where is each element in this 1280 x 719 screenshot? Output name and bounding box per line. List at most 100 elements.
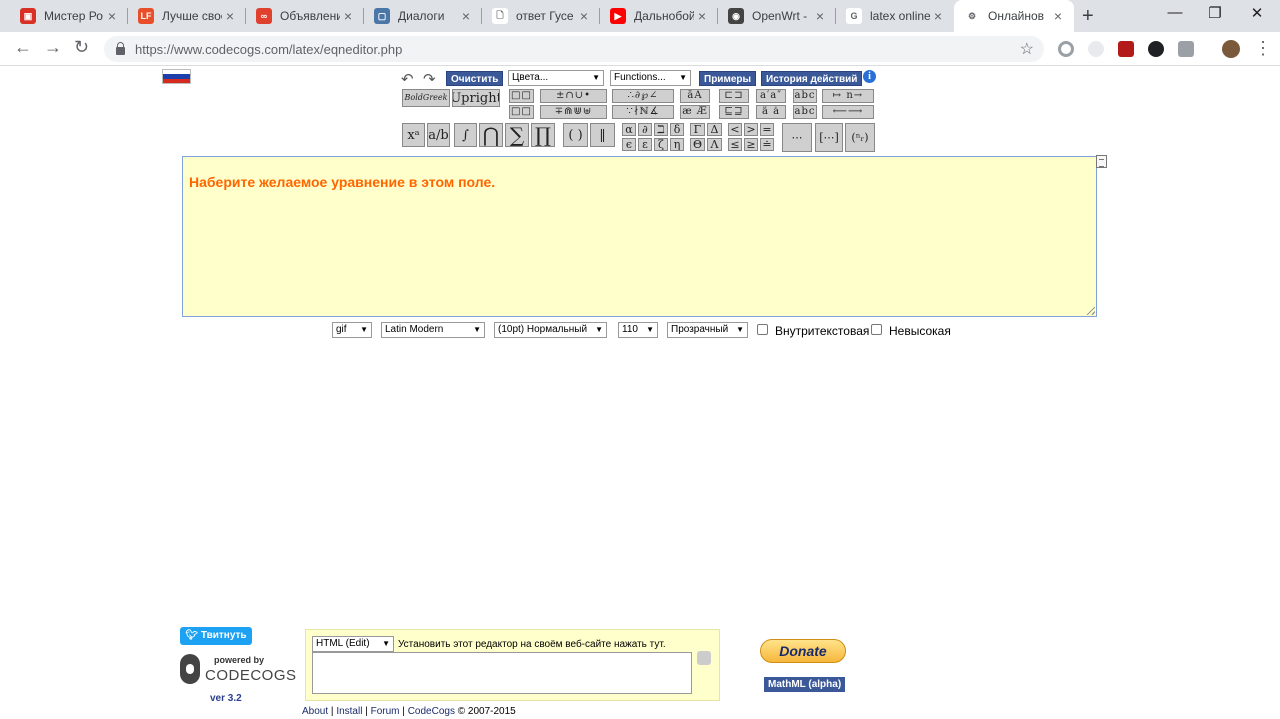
language-flag-ru[interactable] <box>162 69 191 84</box>
redo-icon[interactable]: ↷ <box>423 70 436 88</box>
symbol-button[interactable]: α <box>622 123 636 136</box>
symbol-group-button[interactable]: ↦ n→ <box>822 89 874 103</box>
dpi-select[interactable]: 110 ▼ <box>618 322 658 338</box>
tab-close-icon[interactable]: × <box>812 8 828 24</box>
browser-tab[interactable]: Glatex online × <box>836 0 954 32</box>
browser-tab[interactable]: ⚙ Онлайнов × <box>954 0 1074 32</box>
document-icon[interactable] <box>1096 155 1107 168</box>
install-code-textarea[interactable] <box>312 652 692 694</box>
examples-button[interactable]: Примеры <box>699 71 757 86</box>
minimize-button[interactable]: — <box>1160 4 1190 21</box>
symbol-group-button[interactable]: ∴∂℘∠ <box>612 89 674 103</box>
forward-button[interactable]: → <box>44 37 62 58</box>
tab-close-icon[interactable]: × <box>576 8 592 24</box>
background-select[interactable]: Прозрачный ▼ <box>667 322 748 338</box>
codecogs-logo[interactable]: powered by CODECOGS <box>178 652 296 688</box>
info-icon[interactable]: i <box>863 70 876 83</box>
symbol-group-button[interactable]: æ Æ <box>680 105 710 119</box>
matrix-button[interactable]: (ⁿᵣ) <box>845 123 875 152</box>
symbol-group-button[interactable]: ∓⋒⋓⊎ <box>540 105 607 119</box>
tab-close-icon[interactable]: × <box>1050 8 1066 24</box>
tab-close-icon[interactable]: × <box>104 8 120 24</box>
browser-tab[interactable]: LF Лучше свое × <box>128 0 246 32</box>
symbol-button[interactable]: Λ <box>707 138 722 151</box>
boldgreek-button[interactable]: BoldGreek <box>402 89 450 107</box>
browser-tab[interactable]: 🗋 ответ Гусе × <box>482 0 600 32</box>
tweet-button[interactable]: 🐦︎ Твитнуть <box>180 627 252 645</box>
matrix-button[interactable]: [⋯] <box>815 123 843 152</box>
footer-link-forum[interactable]: Forum <box>371 706 400 717</box>
new-tab-button[interactable]: + <box>1082 5 1094 28</box>
symbol-group-button[interactable]: □□ <box>509 89 534 103</box>
install-link[interactable]: Установить этот редактор на своём веб-са… <box>398 639 666 650</box>
footer-link-about[interactable]: About <box>302 706 328 717</box>
symbol-group-button[interactable]: ±∩∪• <box>540 89 607 103</box>
symbol-group-button[interactable]: ⟵⟶ <box>822 105 874 119</box>
reload-button[interactable]: ↻ <box>74 37 89 58</box>
browser-tab[interactable]: ▢ Диалоги × <box>364 0 482 32</box>
template-button[interactable]: ⋂ <box>479 123 503 147</box>
extension-cursor-icon[interactable] <box>1088 41 1104 57</box>
upright-button[interactable]: Upright <box>452 89 500 107</box>
symbol-group-button[interactable]: □□ <box>509 105 534 119</box>
template-button[interactable]: a/b <box>427 123 450 147</box>
symbol-button[interactable]: Δ <box>707 123 722 136</box>
browser-tab[interactable]: ◉ OpenWrt - × <box>718 0 836 32</box>
url-text[interactable]: https://www.codecogs.com/latex/eqneditor… <box>135 42 402 57</box>
format-select[interactable]: gif ▼ <box>332 322 372 338</box>
close-window-button[interactable]: ✕ <box>1242 4 1272 22</box>
bookmark-star-icon[interactable]: ☆ <box>1020 39 1034 59</box>
symbol-group-button[interactable]: abc <box>793 89 817 103</box>
donate-button[interactable]: Donate <box>760 639 846 663</box>
template-button[interactable]: ( ) <box>563 123 588 147</box>
symbol-button[interactable]: ≐ <box>760 138 774 151</box>
history-button[interactable]: История действий <box>761 71 863 86</box>
symbol-group-button[interactable]: a′a″ <box>756 89 786 103</box>
symbol-button[interactable]: ≥ <box>744 138 758 151</box>
tab-close-icon[interactable]: × <box>340 8 356 24</box>
template-button[interactable]: ∫ <box>454 123 477 147</box>
mathml-button[interactable]: MathML (alpha) <box>764 677 846 692</box>
symbol-group-button[interactable]: ⊏⊐ <box>719 89 749 103</box>
menu-kebab-icon[interactable]: ⋮ <box>1254 38 1272 59</box>
template-button[interactable]: xᵃ <box>402 123 425 147</box>
tab-close-icon[interactable]: × <box>458 8 474 24</box>
clear-button[interactable]: Очистить <box>446 71 504 86</box>
symbol-group-button[interactable]: abc <box>793 105 817 119</box>
symbol-button[interactable]: = <box>760 123 774 136</box>
back-button[interactable]: ← <box>14 37 32 58</box>
profile-avatar[interactable] <box>1222 40 1240 58</box>
install-mode-select[interactable]: HTML (Edit) ▼ <box>312 636 394 652</box>
colors-select[interactable]: Цвета... ▼ <box>508 70 604 86</box>
extension-camera-icon[interactable] <box>1178 41 1194 57</box>
size-select[interactable]: (10pt) Нормальный ▼ <box>494 322 607 338</box>
template-button[interactable]: ∏ <box>531 123 555 147</box>
extension-ublock-icon[interactable] <box>1118 41 1134 57</box>
browser-tab[interactable]: ▶ Дальнобой × <box>600 0 718 32</box>
browser-tab[interactable]: ∞ Объявлени × <box>246 0 364 32</box>
extension-bplus-icon[interactable] <box>1148 41 1164 57</box>
symbol-button[interactable]: > <box>744 123 758 136</box>
symbol-group-button[interactable]: āȦ <box>680 89 710 103</box>
maximize-button[interactable]: ❐ <box>1200 4 1230 22</box>
equation-editor[interactable]: Наберите желаемое уравнение в этом поле. <box>182 156 1097 317</box>
symbol-button[interactable]: Γ <box>690 123 705 136</box>
footer-link-install[interactable]: Install <box>336 706 362 717</box>
matrix-button[interactable]: ⋯ <box>782 123 812 152</box>
resize-grip-icon[interactable] <box>1087 307 1095 315</box>
browser-tab[interactable]: ▣ Мистер Ро × <box>10 0 128 32</box>
functions-select[interactable]: Functions... ▼ <box>610 70 691 86</box>
symbol-button[interactable]: η <box>670 138 684 151</box>
symbol-button[interactable]: < <box>728 123 742 136</box>
omnibox[interactable]: https://www.codecogs.com/latex/eqneditor… <box>104 36 1044 62</box>
symbol-group-button[interactable]: ⊑⊒ <box>719 105 749 119</box>
symbol-button[interactable]: ≤ <box>728 138 742 151</box>
symbol-button[interactable]: Θ <box>690 138 705 151</box>
template-button[interactable]: ∑ <box>505 123 529 147</box>
symbol-group-button[interactable]: ∵∤ℕ∡ <box>612 105 674 119</box>
symbol-button[interactable]: ϵ <box>622 138 636 151</box>
symbol-button[interactable]: ℶ <box>654 123 668 136</box>
symbol-button[interactable]: ∂ <box>638 123 652 136</box>
font-select[interactable]: Latin Modern ▼ <box>381 322 485 338</box>
symbol-button[interactable]: ε <box>638 138 652 151</box>
